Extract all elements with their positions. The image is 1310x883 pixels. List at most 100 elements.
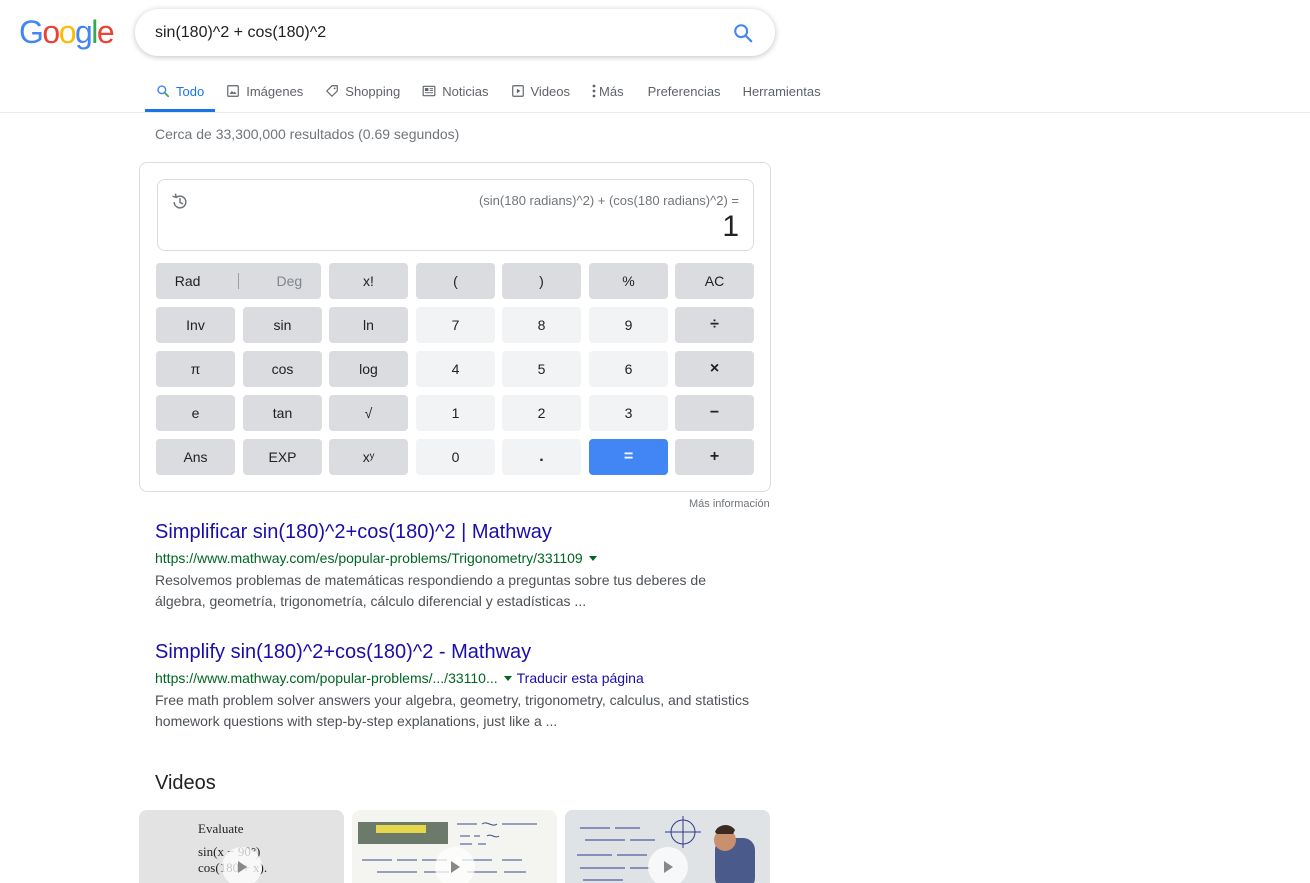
pi-button[interactable]: π: [156, 351, 235, 387]
tag-icon: [325, 84, 339, 98]
tab-imagenes[interactable]: Imágenes: [215, 70, 314, 112]
caret-down-icon[interactable]: [588, 555, 597, 561]
calculator-result: 1: [722, 210, 739, 243]
result-url: https://www.mathway.com/es/popular-probl…: [155, 548, 775, 568]
digit-7-button[interactable]: 7: [416, 307, 495, 343]
percent-button[interactable]: %: [589, 263, 668, 299]
rad-button[interactable]: Rad: [175, 273, 201, 289]
ln-button[interactable]: ln: [329, 307, 408, 343]
subtract-button[interactable]: −: [675, 395, 754, 431]
digit-4-button[interactable]: 4: [416, 351, 495, 387]
caret-down-icon[interactable]: [503, 675, 512, 681]
rad-deg-toggle[interactable]: Rad Deg: [156, 263, 321, 299]
result-stats: Cerca de 33,300,000 resultados (0.69 seg…: [155, 126, 460, 142]
add-button[interactable]: +: [675, 439, 754, 475]
translate-link[interactable]: Traducir esta página: [517, 670, 644, 686]
tab-label: Videos: [530, 83, 571, 99]
google-logo[interactable]: Google: [19, 14, 115, 50]
multiply-button[interactable]: ×: [675, 351, 754, 387]
search-input[interactable]: sin(180)^2 + cos(180)^2: [155, 24, 731, 42]
digit-5-button[interactable]: 5: [502, 351, 581, 387]
all-clear-button[interactable]: AC: [675, 263, 754, 299]
result-url-text[interactable]: https://www.mathway.com/popular-problems…: [155, 670, 498, 686]
rad-deg-divider: [237, 273, 239, 289]
snippet-line: álgebra, geometría, trigonometría, cálcu…: [155, 593, 587, 609]
snippet-line: Resolvemos problemas de matemáticas resp…: [155, 572, 706, 588]
logo-letter: o: [58, 14, 77, 50]
tab-mas[interactable]: Más: [581, 70, 635, 112]
tab-preferencias[interactable]: Preferencias: [637, 70, 732, 112]
history-icon[interactable]: [170, 192, 190, 212]
result-snippet: Resolvemos problemas de matemáticas resp…: [155, 570, 775, 612]
tan-button[interactable]: tan: [243, 395, 322, 431]
digit-2-button[interactable]: 2: [502, 395, 581, 431]
log-button[interactable]: log: [329, 351, 408, 387]
decimal-button[interactable]: .: [502, 439, 581, 475]
news-icon: [422, 84, 436, 98]
tab-herramientas[interactable]: Herramientas: [732, 70, 832, 112]
digit-0-button[interactable]: 0: [416, 439, 495, 475]
result-snippet: Free math problem solver answers your al…: [155, 690, 775, 732]
tab-shopping[interactable]: Shopping: [314, 70, 411, 112]
ans-button[interactable]: Ans: [156, 439, 235, 475]
tab-noticias[interactable]: Noticias: [411, 70, 499, 112]
search-result: Simplify sin(180)^2+cos(180)^2 - Mathway…: [155, 639, 775, 732]
search-box[interactable]: sin(180)^2 + cos(180)^2: [135, 9, 775, 56]
thumbnail-line: Evaluate: [198, 821, 244, 836]
play-icon: [648, 847, 688, 883]
result-title-link[interactable]: Simplify sin(180)^2+cos(180)^2 - Mathway: [155, 639, 775, 665]
more-vert-icon: [592, 84, 596, 98]
digit-3-button[interactable]: 3: [589, 395, 668, 431]
tab-label: Herramientas: [742, 83, 821, 99]
logo-letter: e: [96, 14, 115, 50]
tab-label: Noticias: [442, 83, 489, 99]
video-thumbnail[interactable]: [565, 810, 770, 883]
result-url-text[interactable]: https://www.mathway.com/es/popular-probl…: [155, 550, 583, 566]
digit-8-button[interactable]: 8: [502, 307, 581, 343]
deg-button[interactable]: Deg: [277, 273, 303, 289]
tab-label: Más: [599, 83, 624, 99]
more-info-link[interactable]: Más información: [689, 498, 770, 510]
inv-button[interactable]: Inv: [156, 307, 235, 343]
logo-letter: o: [42, 14, 60, 50]
tab-label: Imágenes: [246, 83, 304, 99]
equals-button[interactable]: =: [589, 439, 668, 475]
logo-letter: G: [19, 14, 44, 50]
search-icon: [156, 84, 170, 98]
tab-label: Todo: [176, 83, 205, 99]
tab-label: Preferencias: [647, 83, 721, 99]
snippet-line: Free math problem solver answers your al…: [155, 692, 749, 708]
search-tabs: Todo Imágenes Shopping Noticias Videos M…: [145, 70, 832, 112]
video-icon: [511, 84, 525, 98]
video-thumbnail[interactable]: [352, 810, 557, 883]
play-icon: [435, 847, 475, 883]
cos-button[interactable]: cos: [243, 351, 322, 387]
header-divider: [0, 112, 1310, 113]
digit-6-button[interactable]: 6: [589, 351, 668, 387]
result-url: https://www.mathway.com/popular-problems…: [155, 668, 775, 688]
digit-1-button[interactable]: 1: [416, 395, 495, 431]
e-button[interactable]: e: [156, 395, 235, 431]
tab-videos[interactable]: Videos: [500, 70, 582, 112]
image-icon: [226, 84, 240, 98]
sqrt-button[interactable]: √: [329, 395, 408, 431]
exp-button[interactable]: EXP: [243, 439, 322, 475]
calculator-display: (sin(180 radians)^2) + (cos(180 radians)…: [157, 179, 754, 251]
search-result: Simplificar sin(180)^2+cos(180)^2 | Math…: [155, 519, 775, 612]
digit-9-button[interactable]: 9: [589, 307, 668, 343]
video-thumbnail[interactable]: Evaluate sin(x − 90°) cos(180 + x).: [139, 810, 344, 883]
search-icon: [734, 23, 753, 42]
logo-letter: g: [74, 14, 93, 50]
search-button[interactable]: [731, 21, 755, 45]
close-paren-button[interactable]: ): [502, 263, 581, 299]
factorial-button[interactable]: x!: [329, 263, 408, 299]
calculator-widget: (sin(180 radians)^2) + (cos(180 radians)…: [139, 162, 771, 492]
snippet-line: homework questions with step-by-step exp…: [155, 713, 558, 729]
result-title-link[interactable]: Simplificar sin(180)^2+cos(180)^2 | Math…: [155, 519, 775, 545]
tab-todo[interactable]: Todo: [145, 70, 216, 112]
open-paren-button[interactable]: (: [416, 263, 495, 299]
power-button[interactable]: xʸ: [329, 439, 408, 475]
sin-button[interactable]: sin: [243, 307, 322, 343]
calculator-expression: (sin(180 radians)^2) + (cos(180 radians)…: [478, 193, 739, 208]
divide-button[interactable]: ÷: [675, 307, 754, 343]
